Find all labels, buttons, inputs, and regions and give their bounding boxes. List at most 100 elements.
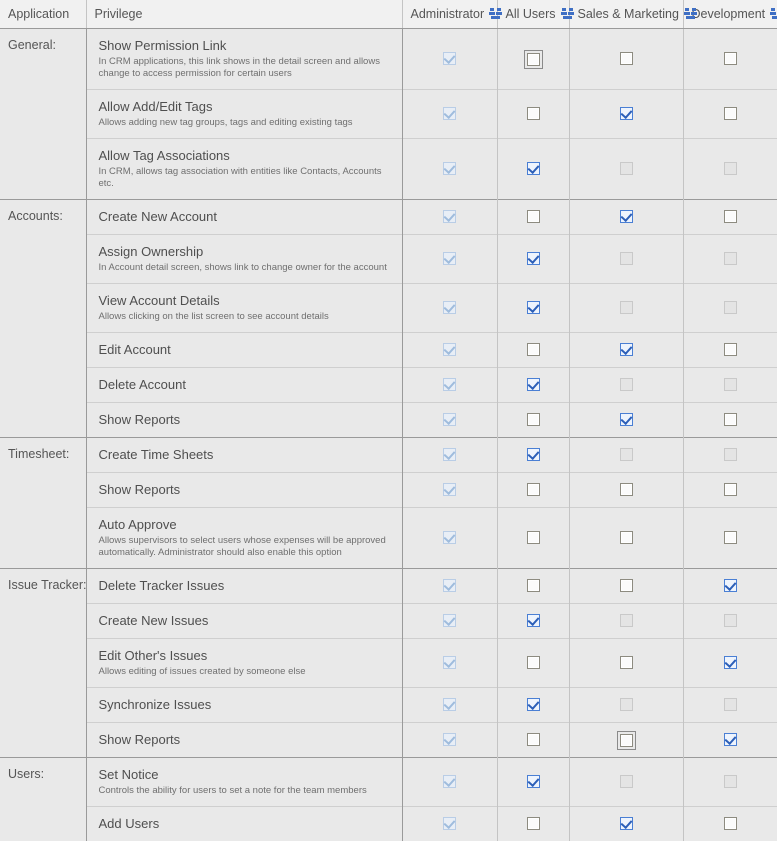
permission-cell-sales-marketing [569, 139, 683, 200]
privilege-description: Allows editing of issues created by some… [99, 666, 391, 678]
privilege-cell: Assign OwnershipIn Account detail screen… [86, 235, 402, 284]
permission-cell-development [683, 139, 777, 200]
permission-checkbox-sales-marketing[interactable] [620, 343, 633, 356]
permission-cell-sales-marketing [569, 473, 683, 508]
table-row: View Account DetailsAllows clicking on t… [0, 284, 777, 333]
permission-checkbox-development[interactable] [724, 579, 737, 592]
privilege-cell: Allow Add/Edit TagsAllows adding new tag… [86, 90, 402, 139]
permission-checkbox-development [724, 448, 737, 461]
permission-checkbox-all-users[interactable] [527, 483, 540, 496]
permission-checkbox-development[interactable] [724, 210, 737, 223]
permission-cell-sales-marketing [569, 688, 683, 723]
permission-checkbox-sales-marketing[interactable] [620, 817, 633, 830]
privilege-title: Create New Account [99, 209, 392, 225]
application-group-label: Issue Tracker: [8, 578, 87, 592]
permission-checkbox-development[interactable] [724, 483, 737, 496]
permission-cell-development [683, 473, 777, 508]
permission-cell-development [683, 508, 777, 569]
permission-checkbox-administrator [443, 378, 456, 391]
permission-checkbox-all-users[interactable] [527, 733, 540, 746]
permission-cell-development [683, 723, 777, 758]
permission-checkbox-sales-marketing[interactable] [620, 52, 633, 65]
permission-checkbox-sales-marketing[interactable] [620, 531, 633, 544]
privilege-cell: Show Reports [86, 723, 402, 758]
permission-checkbox-sales-marketing[interactable] [620, 107, 633, 120]
column-header-application-label: Application [8, 7, 69, 21]
permission-checkbox-sales-marketing[interactable] [620, 210, 633, 223]
permissions-table: Application Privilege Administrator All … [0, 0, 777, 841]
application-group-label: Timesheet: [8, 447, 69, 461]
permission-checkbox-all-users[interactable] [527, 817, 540, 830]
permission-checkbox-all-users[interactable] [527, 579, 540, 592]
table-row: Accounts:Create New Account [0, 200, 777, 235]
permission-checkbox-sales-marketing[interactable] [620, 413, 633, 426]
permission-checkbox-all-users[interactable] [527, 210, 540, 223]
permission-cell-administrator [402, 508, 497, 569]
permission-cell-sales-marketing [569, 807, 683, 841]
permission-checkbox-all-users[interactable] [527, 343, 540, 356]
permission-checkbox-development[interactable] [724, 413, 737, 426]
permission-checkbox-development[interactable] [724, 656, 737, 669]
permission-checkbox-development[interactable] [724, 531, 737, 544]
table-row: Users:Set NoticeControls the ability for… [0, 758, 777, 807]
permission-checkbox-development [724, 252, 737, 265]
permission-checkbox-all-users[interactable] [527, 775, 540, 788]
permission-checkbox-administrator [443, 775, 456, 788]
table-row: Show Reports [0, 473, 777, 508]
permission-checkbox-all-users[interactable] [527, 413, 540, 426]
table-row: General:Show Permission LinkIn CRM appli… [0, 29, 777, 90]
permission-checkbox-all-users[interactable] [527, 656, 540, 669]
permission-checkbox-all-users[interactable] [527, 531, 540, 544]
table-row: Auto ApproveAllows supervisors to select… [0, 508, 777, 569]
permission-checkbox-administrator [443, 656, 456, 669]
permission-cell-administrator [402, 438, 497, 473]
permission-checkbox-development[interactable] [724, 343, 737, 356]
permission-cell-administrator [402, 807, 497, 841]
permission-checkbox-sales-marketing[interactable] [620, 579, 633, 592]
privilege-description: Controls the ability for users to set a … [99, 785, 391, 797]
application-group-label: General: [8, 38, 56, 52]
privilege-cell: Edit Account [86, 333, 402, 368]
permission-checkbox-all-users[interactable] [527, 53, 540, 66]
permission-checkbox-development [724, 378, 737, 391]
permission-checkbox-all-users[interactable] [527, 614, 540, 627]
table-row: Create New Issues [0, 604, 777, 639]
permission-checkbox-sales-marketing [620, 301, 633, 314]
privilege-title: Show Reports [99, 732, 392, 748]
column-header-all-users-label: All Users [506, 7, 556, 21]
permission-cell-all-users [497, 639, 569, 688]
permission-checkbox-administrator [443, 614, 456, 627]
permission-checkbox-all-users[interactable] [527, 252, 540, 265]
privilege-description: In Account detail screen, shows link to … [99, 262, 391, 274]
privilege-cell: Add Users [86, 807, 402, 841]
permission-checkbox-development[interactable] [724, 52, 737, 65]
permission-cell-all-users [497, 723, 569, 758]
application-group-cell: Users: [0, 758, 86, 841]
column-header-development: Development [683, 0, 777, 29]
application-group-cell: Accounts: [0, 200, 86, 438]
permission-checkbox-administrator [443, 579, 456, 592]
column-header-application: Application [0, 0, 86, 29]
table-row: Allow Tag AssociationsIn CRM, allows tag… [0, 139, 777, 200]
permission-checkbox-sales-marketing[interactable] [620, 483, 633, 496]
permission-checkbox-development[interactable] [724, 733, 737, 746]
permission-cell-all-users [497, 569, 569, 604]
table-row: Edit Account [0, 333, 777, 368]
permission-checkbox-all-users[interactable] [527, 162, 540, 175]
permission-cell-sales-marketing [569, 29, 683, 90]
permission-checkbox-all-users[interactable] [527, 378, 540, 391]
table-row: Issue Tracker:Delete Tracker Issues [0, 569, 777, 604]
permission-checkbox-administrator [443, 698, 456, 711]
permission-checkbox-all-users[interactable] [527, 698, 540, 711]
permission-cell-sales-marketing [569, 723, 683, 758]
permission-checkbox-sales-marketing[interactable] [620, 656, 633, 669]
permission-checkbox-all-users[interactable] [527, 448, 540, 461]
permission-checkbox-sales-marketing[interactable] [620, 734, 633, 747]
permission-checkbox-development[interactable] [724, 817, 737, 830]
permission-checkbox-all-users[interactable] [527, 107, 540, 120]
table-row: Assign OwnershipIn Account detail screen… [0, 235, 777, 284]
permission-cell-administrator [402, 723, 497, 758]
permission-checkbox-development[interactable] [724, 107, 737, 120]
permission-cell-sales-marketing [569, 508, 683, 569]
permission-checkbox-all-users[interactable] [527, 301, 540, 314]
